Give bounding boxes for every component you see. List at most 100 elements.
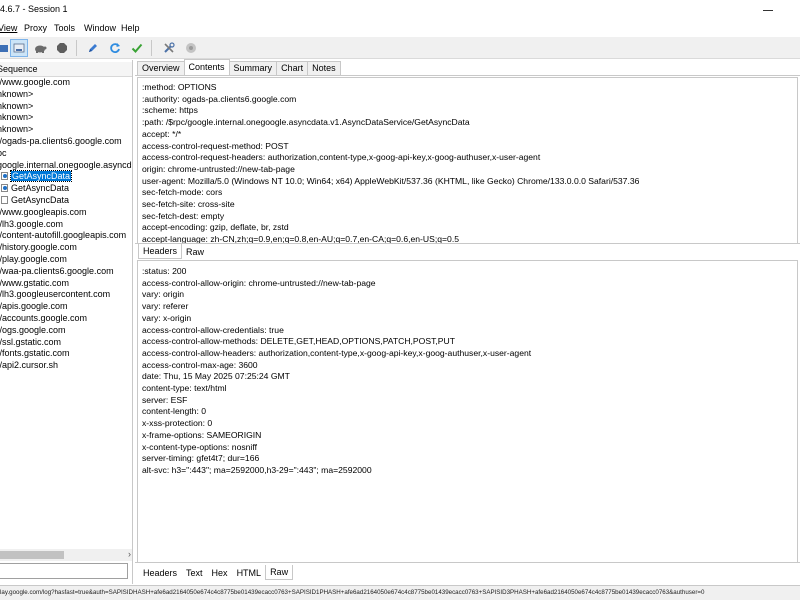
menu-help[interactable]: Help — [121, 23, 140, 33]
request-headers-pane[interactable]: :method: OPTIONS:authority: ogads-pa.cli… — [137, 77, 798, 243]
header-line: content-length: 0 — [142, 406, 207, 417]
edit-pen-icon[interactable] — [84, 39, 102, 57]
header-line: vary: origin — [142, 289, 185, 300]
response-tab-text[interactable]: Text — [181, 565, 208, 580]
sequence-item[interactable]: //ssl.gstatic.com — [0, 337, 61, 349]
toolbar — [0, 37, 800, 59]
sequence-item-label: //play.google.com — [0, 254, 67, 264]
header-line: :scheme: https — [142, 105, 198, 116]
header-line: accept-language: zh-CN,zh;q=0.9,en;q=0.8… — [142, 234, 459, 243]
repeat-icon[interactable] — [106, 39, 124, 57]
sequence-item[interactable]: nknown> — [0, 89, 33, 101]
title-bar: 4.6.7 - Session 1 — [0, 0, 800, 20]
detail-panel: Overview Contents Summary Chart Notes :m… — [135, 59, 800, 584]
sequence-item[interactable]: //content-autofill.googleapis.com — [0, 230, 126, 242]
menu-proxy[interactable]: Proxy — [24, 23, 47, 33]
header-line: date: Thu, 15 May 2025 07:25:24 GMT — [142, 371, 290, 382]
sequence-item[interactable]: //fonts.gstatic.com — [0, 348, 70, 360]
header-line: origin: chrome-untrusted://new-tab-page — [142, 163, 295, 174]
status-bar: lay.google.com/log?hasfast=true&auth=SAP… — [0, 585, 800, 600]
request-tab-headers[interactable]: Headers — [138, 244, 183, 259]
header-line: sec-fetch-mode: cors — [142, 187, 223, 198]
header-line: alt-svc: h3=":443"; ma=2592000,h3-29=":4… — [142, 464, 372, 475]
request-subtabs: Headers Raw — [135, 243, 800, 259]
tab-chart[interactable]: Chart — [276, 61, 309, 75]
request-tab-raw[interactable]: Raw — [181, 244, 209, 259]
sequence-item[interactable]: //www.google.com — [0, 77, 70, 89]
sequence-column-header[interactable]: Sequence — [0, 62, 132, 77]
header-line: server-timing: gfet4t7; dur=166 — [142, 453, 260, 464]
menu-help-label: Help — [121, 23, 140, 33]
minimize-button[interactable] — [758, 2, 778, 18]
tab-notes[interactable]: Notes — [307, 61, 341, 75]
window-title: 4.6.7 - Session 1 — [0, 4, 68, 14]
sequence-item[interactable]: //www.googleapis.com — [0, 207, 87, 219]
throttle-turtle-icon[interactable] — [31, 39, 49, 57]
sequence-item[interactable]: nknown> — [0, 101, 33, 113]
sequence-item-label: nknown> — [0, 124, 34, 135]
response-tab-headers[interactable]: Headers — [138, 565, 182, 580]
sequence-item-label: //accounts.google.com — [0, 313, 88, 323]
sequence-item[interactable]: //ogs.google.com — [0, 325, 66, 337]
detail-tabs: Overview Contents Summary Chart Notes — [135, 59, 800, 76]
tab-contents[interactable]: Contents — [183, 59, 230, 75]
sequence-item[interactable]: pc — [0, 148, 7, 160]
sequence-panel: Sequence //www.google.com nknown> nknown> n… — [0, 60, 133, 584]
sequence-item[interactable]: GetAsyncData — [1, 170, 73, 183]
sequence-item[interactable]: nknown> — [0, 124, 33, 136]
header-line: x-frame-options: SAMEORIGIN — [142, 429, 262, 440]
toolbar-separator — [76, 40, 77, 56]
tab-summary[interactable]: Summary — [228, 61, 278, 75]
sequence-item[interactable]: //apis.google.com — [0, 301, 68, 313]
sequence-item[interactable]: //waa-pa.clients6.google.com — [0, 266, 114, 278]
menu-tools-label: Tools — [54, 23, 76, 33]
sequence-item[interactable]: //accounts.google.com — [0, 313, 87, 325]
stop-icon[interactable] — [53, 39, 71, 57]
sequence-item[interactable]: google.internal.onegoogle.asyncd — [0, 160, 132, 172]
sequence-item[interactable]: //api2.cursor.sh — [0, 360, 58, 372]
response-tab-hex[interactable]: Hex — [207, 565, 233, 580]
response-headers-pane[interactable]: :status: 200 access-control-allow-origin:… — [137, 260, 798, 562]
sequence-item-label: //api2.cursor.sh — [0, 360, 59, 371]
sequence-item[interactable]: //history.google.com — [0, 242, 77, 254]
menu-tools[interactable]: Tools — [54, 23, 75, 33]
header-line: access-control-request-method: POST — [142, 140, 289, 151]
sequence-item[interactable]: nknown> — [0, 112, 33, 124]
validate-check-icon[interactable] — [128, 39, 146, 57]
menu-bar: View Proxy Tools Window Help — [0, 20, 800, 37]
menu-view[interactable]: View — [0, 23, 17, 33]
header-line: sec-fetch-dest: empty — [142, 210, 225, 221]
sequence-item[interactable]: GetAsyncData — [1, 183, 69, 195]
response-tab-html[interactable]: HTML — [232, 565, 267, 580]
scrollbar-thumb[interactable] — [0, 551, 64, 559]
tab-overview[interactable]: Overview — [137, 61, 185, 75]
record-toggle-icon[interactable] — [10, 39, 28, 57]
sequence-item[interactable]: //play.google.com — [0, 254, 67, 266]
sequence-item-label: GetAsyncData — [11, 195, 70, 205]
settings-gear-icon[interactable] — [182, 39, 200, 57]
menu-window-label: Window — [84, 23, 117, 33]
sequence-item[interactable]: //lh3.googleusercontent.com — [0, 289, 110, 301]
header-line: vary: referer — [142, 301, 189, 312]
header-line: accept: */* — [142, 128, 182, 139]
toolbar-separator — [151, 40, 152, 56]
header-line: user-agent: Mozilla/5.0 (Windows NT 10.0… — [142, 175, 640, 186]
header-line: access-control-allow-headers: authorizat… — [142, 347, 532, 358]
header-line: access-control-max-age: 3600 — [142, 359, 258, 370]
sequence-item-label: //ogads-pa.clients6.google.com — [0, 136, 122, 146]
menu-window[interactable]: Window — [84, 23, 116, 33]
tools-icon[interactable] — [160, 39, 178, 57]
sequence-item-label: pc — [0, 147, 7, 158]
sequence-item[interactable]: //www.gstatic.com — [0, 278, 69, 290]
sequence-item[interactable]: GetAsyncData — [1, 195, 69, 207]
sequence-item-label: //lh3.googleusercontent.com — [0, 289, 111, 300]
sequence-item[interactable]: //lh3.google.com — [0, 219, 63, 231]
horizontal-scrollbar[interactable]: › — [0, 549, 132, 561]
request-type-icon — [1, 172, 8, 181]
filter-input[interactable] — [0, 563, 128, 579]
response-tab-raw[interactable]: Raw — [265, 565, 294, 580]
sequence-item-label: //www.gstatic.com — [0, 277, 70, 288]
scroll-right-icon[interactable]: › — [128, 549, 131, 559]
header-line: vary: x-origin — [142, 312, 192, 323]
sequence-item[interactable]: //ogads-pa.clients6.google.com — [0, 136, 122, 148]
